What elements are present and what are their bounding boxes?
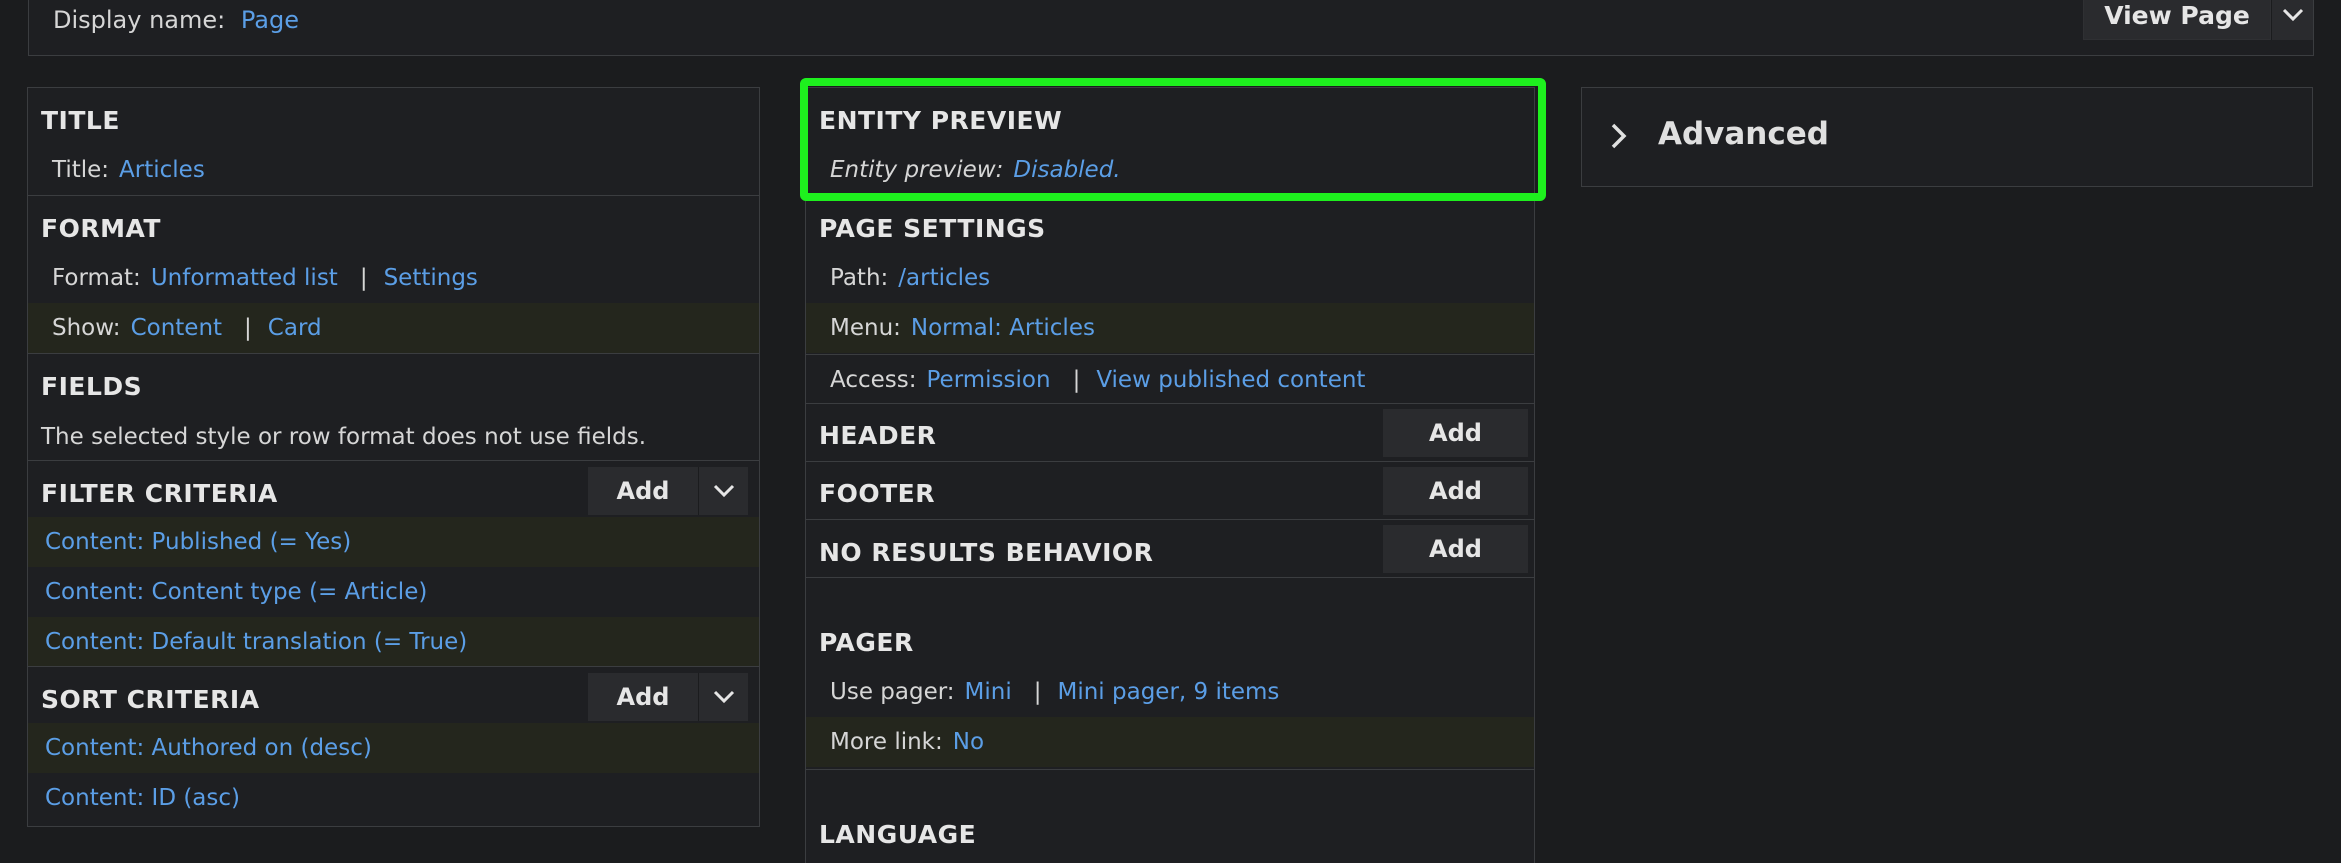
title-section: TITLE Title: Articles	[28, 88, 759, 195]
chevron-down-icon	[713, 484, 734, 498]
display-name: Display name: Page	[53, 6, 299, 34]
view-page-dropdown-toggle[interactable]	[2271, 0, 2313, 40]
filter-item[interactable]: Content: Published (= Yes)	[28, 517, 759, 567]
more-link-row: More link: No	[806, 717, 1534, 767]
display-name-label: Display name:	[53, 6, 226, 34]
footer-section: FOOTER Add	[806, 461, 1534, 519]
path-link[interactable]: /articles	[898, 265, 990, 291]
sort-add-button[interactable]: Add	[588, 673, 698, 721]
fields-heading: FIELDS	[41, 372, 143, 401]
left-column: TITLE Title: Articles FORMAT Format: Unf…	[27, 87, 760, 827]
title-row: Title: Articles	[28, 145, 759, 195]
title-link[interactable]: Articles	[119, 157, 205, 183]
path-row: Path: /articles	[806, 253, 1534, 303]
pager-link[interactable]: Mini	[965, 679, 1012, 705]
path-label: Path:	[830, 265, 889, 291]
separator: |	[244, 315, 252, 341]
filter-item[interactable]: Content: Content type (= Article)	[28, 567, 759, 617]
more-link-value[interactable]: No	[953, 729, 984, 755]
language-section: LANGUAGE	[806, 769, 1534, 863]
chevron-down-icon	[713, 690, 734, 704]
sort-criteria-heading: SORT CRITERIA	[41, 685, 260, 714]
pager-label: Use pager:	[830, 679, 955, 705]
sort-item[interactable]: Content: Authored on (desc)	[28, 723, 759, 773]
no-results-heading: NO RESULTS BEHAVIOR	[819, 538, 1154, 567]
middle-column: ENTITY PREVIEW Entity preview: Disabled.…	[805, 87, 1535, 863]
separator: |	[359, 265, 368, 291]
format-heading: FORMAT	[41, 214, 161, 243]
display-bar: Display name: Page View Page	[28, 0, 2314, 56]
title-label: Title:	[52, 157, 110, 183]
sort-link[interactable]: Content: ID (asc)	[45, 785, 240, 811]
sort-link[interactable]: Content: Authored on (desc)	[45, 735, 372, 761]
header-add-button[interactable]: Add	[1383, 409, 1528, 457]
entity-preview-highlight	[800, 78, 1546, 201]
filter-add-dropdown-toggle[interactable]	[698, 467, 748, 515]
language-heading: LANGUAGE	[819, 820, 977, 849]
filter-criteria-section: FILTER CRITERIA Add Content: Published (…	[28, 460, 759, 667]
format-label: Format:	[52, 265, 141, 291]
access-link[interactable]: Permission	[927, 367, 1051, 393]
access-permission-link[interactable]: View published content	[1096, 367, 1365, 393]
format-row: Format: Unformatted list | Settings	[28, 253, 759, 303]
filter-criteria-heading: FILTER CRITERIA	[41, 479, 278, 508]
title-heading: TITLE	[41, 106, 120, 135]
more-link-label: More link:	[830, 729, 943, 755]
fields-description: The selected style or row format does no…	[41, 424, 647, 450]
access-label: Access:	[830, 366, 917, 393]
page-settings-section: PAGE SETTINGS Path: /articles Menu: Norm…	[806, 195, 1534, 403]
chevron-down-icon	[2282, 8, 2303, 22]
no-results-add-button[interactable]: Add	[1383, 525, 1528, 573]
menu-row: Menu: Normal: Articles	[806, 303, 1534, 353]
pager-row: Use pager: Mini | Mini pager, 9 items	[806, 667, 1534, 717]
sort-add-dropdown-toggle[interactable]	[698, 673, 748, 721]
advanced-section[interactable]: Advanced	[1581, 87, 2313, 187]
show-content-link[interactable]: Content	[131, 315, 222, 341]
format-section: FORMAT Format: Unformatted list | Settin…	[28, 195, 759, 353]
pager-heading: PAGER	[819, 628, 914, 657]
separator: |	[1033, 679, 1042, 705]
show-card-link[interactable]: Card	[268, 315, 322, 341]
page-settings-heading: PAGE SETTINGS	[819, 214, 1046, 243]
header-heading: HEADER	[819, 421, 937, 450]
filter-link[interactable]: Content: Content type (= Article)	[45, 579, 427, 605]
header-section: HEADER Add	[806, 403, 1534, 461]
display-name-link[interactable]: Page	[241, 6, 299, 34]
views-ui-page: Display name: Page View Page TITLE Title…	[0, 0, 2341, 863]
no-results-section: NO RESULTS BEHAVIOR Add	[806, 519, 1534, 577]
format-settings-link[interactable]: Settings	[384, 265, 478, 291]
format-link[interactable]: Unformatted list	[151, 265, 338, 291]
filter-link[interactable]: Content: Published (= Yes)	[45, 529, 351, 555]
separator: |	[1072, 366, 1081, 393]
filter-add-button[interactable]: Add	[588, 467, 698, 515]
footer-heading: FOOTER	[819, 479, 935, 508]
menu-link[interactable]: Normal: Articles	[911, 315, 1095, 341]
advanced-toggle-label[interactable]: Advanced	[1658, 116, 1829, 152]
pager-detail-link[interactable]: Mini pager, 9 items	[1057, 679, 1279, 705]
filter-link[interactable]: Content: Default translation (= True)	[45, 629, 467, 655]
pager-section: PAGER Use pager: Mini | Mini pager, 9 it…	[806, 577, 1534, 767]
show-row: Show: Content | Card	[28, 303, 759, 353]
sort-criteria-section: SORT CRITERIA Add Content: Authored on (…	[28, 666, 759, 828]
filter-item[interactable]: Content: Default translation (= True)	[28, 617, 759, 667]
access-row: Access: Permission | View published cont…	[806, 354, 1534, 404]
chevron-right-icon	[1611, 123, 1627, 149]
sort-item[interactable]: Content: ID (asc)	[28, 773, 759, 823]
menu-label: Menu:	[830, 315, 901, 341]
footer-add-button[interactable]: Add	[1383, 467, 1528, 515]
fields-section: FIELDS The selected style or row format …	[28, 353, 759, 460]
show-label: Show:	[52, 315, 121, 341]
view-page-button[interactable]: View Page	[2083, 0, 2271, 40]
